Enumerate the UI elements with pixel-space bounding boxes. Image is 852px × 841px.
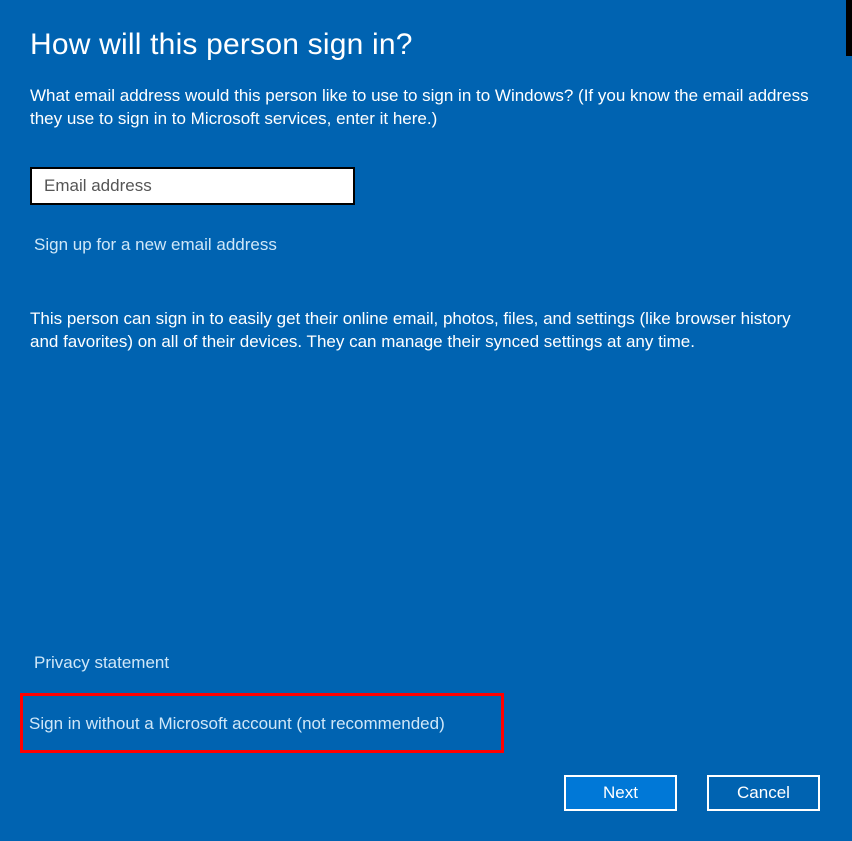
button-row: Next Cancel [30,775,822,811]
dialog-container: How will this person sign in? What email… [0,0,852,841]
sign-in-without-microsoft-link[interactable]: Sign in without a Microsoft account (not… [29,714,445,733]
bottom-area: Privacy statement Sign in without a Micr… [30,653,822,811]
description-text: This person can sign in to easily get th… [30,307,820,354]
scrollbar[interactable] [846,0,852,56]
next-button[interactable]: Next [564,775,677,811]
cancel-button[interactable]: Cancel [707,775,820,811]
email-input[interactable] [30,167,355,205]
intro-text: What email address would this person lik… [30,84,820,131]
privacy-statement-link[interactable]: Privacy statement [30,653,169,673]
signup-new-email-link[interactable]: Sign up for a new email address [30,235,822,255]
page-title: How will this person sign in? [30,28,822,62]
local-account-highlight: Sign in without a Microsoft account (not… [20,693,504,753]
